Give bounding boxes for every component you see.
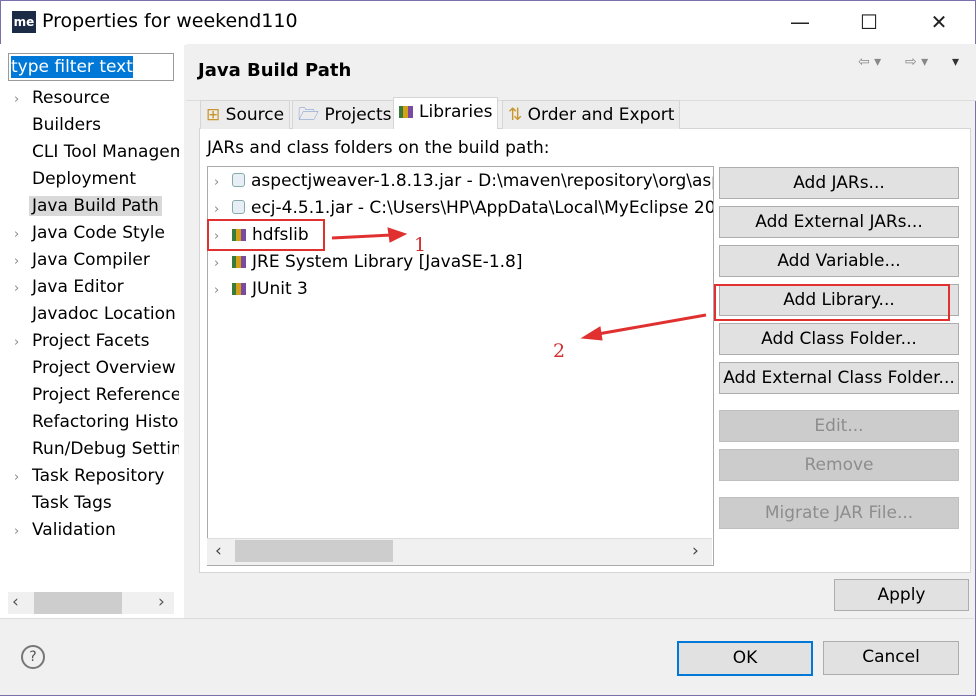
arrow-2-head <box>580 326 603 341</box>
arrow-1 <box>331 233 393 240</box>
annotation-step-2: 2 <box>553 340 566 362</box>
annotation-arrows <box>331 227 707 341</box>
annotation-step-1: 1 <box>414 234 427 256</box>
arrow-2 <box>597 313 707 336</box>
arrow-1-head <box>387 227 408 243</box>
